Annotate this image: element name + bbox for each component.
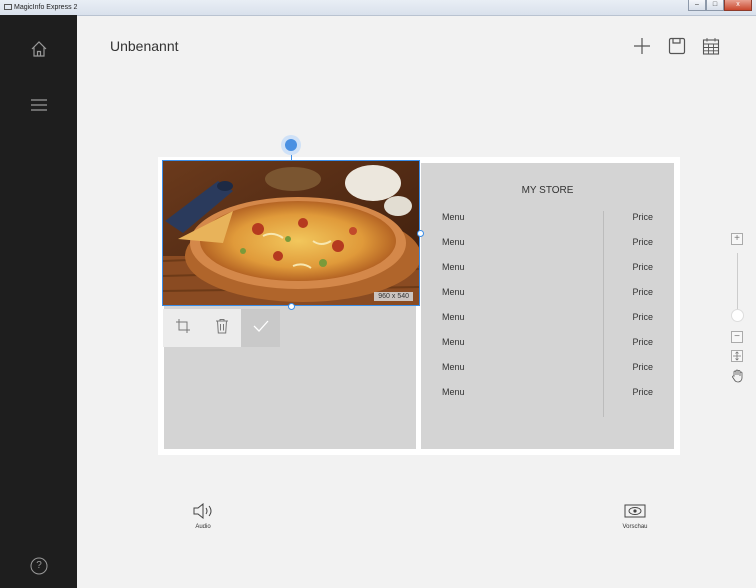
store-title[interactable]: MY STORE	[421, 185, 674, 196]
help-button[interactable]: ?	[30, 557, 48, 575]
window-controls: – □ x	[688, 0, 752, 13]
check-icon	[253, 319, 269, 337]
menu-item-price[interactable]: Price	[632, 312, 653, 337]
menu-item-price[interactable]: Price	[632, 362, 653, 387]
pizza-image[interactable]: 960 x 540	[162, 160, 420, 306]
zoom-slider-knob[interactable]	[731, 309, 744, 322]
preview-button[interactable]: Vorschau	[612, 503, 658, 530]
resize-handle-right[interactable]	[417, 230, 424, 237]
menu-item-name[interactable]: Menu	[442, 337, 465, 362]
menu-item-name[interactable]: Menu	[442, 262, 465, 287]
save-icon[interactable]	[667, 36, 687, 56]
preview-label: Vorschau	[622, 524, 648, 530]
column-divider	[603, 211, 604, 417]
audio-label: Audio	[195, 524, 211, 530]
close-button[interactable]: x	[724, 0, 752, 11]
delete-button[interactable]	[202, 309, 241, 347]
calendar-icon[interactable]	[701, 36, 721, 56]
menu-zone[interactable]: MY STORE Menu Menu Menu Menu Menu Menu M…	[421, 163, 674, 449]
crop-button[interactable]	[163, 309, 202, 347]
window-title: MagicInfo Express 2	[14, 4, 78, 11]
zoom-track[interactable]	[737, 253, 738, 315]
rotate-handle[interactable]	[281, 135, 301, 155]
trash-icon	[215, 318, 229, 339]
eye-icon	[612, 503, 658, 519]
home-icon[interactable]	[30, 40, 48, 58]
menu-item-name[interactable]: Menu	[442, 362, 465, 387]
menu-item-price[interactable]: Price	[632, 287, 653, 312]
menu-item-price[interactable]: Price	[632, 262, 653, 287]
menu-item-name[interactable]: Menu	[442, 312, 465, 337]
resize-handle-bottom[interactable]	[288, 303, 295, 310]
maximize-button[interactable]: □	[706, 0, 724, 11]
zoom-controls: + −	[731, 233, 745, 388]
help-icon: ?	[36, 560, 42, 571]
menu-item-name[interactable]: Menu	[442, 387, 465, 412]
add-icon[interactable]	[632, 36, 652, 56]
menu-item-price[interactable]: Price	[632, 237, 653, 262]
page-title: Unbenannt	[110, 38, 179, 54]
menu-item-price[interactable]: Price	[632, 212, 653, 237]
app-icon	[4, 4, 12, 10]
window-titlebar: MagicInfo Express 2 – □ x	[0, 0, 756, 16]
image-size-badge: 960 x 540	[374, 292, 413, 301]
image-toolbar	[163, 309, 280, 347]
zoom-out-button[interactable]: −	[731, 331, 743, 343]
menu-item-price[interactable]: Price	[632, 337, 653, 362]
menu-names-column: Menu Menu Menu Menu Menu Menu Menu Menu	[442, 212, 465, 412]
menu-icon[interactable]	[30, 96, 48, 114]
speaker-icon	[180, 503, 226, 519]
menu-item-name[interactable]: Menu	[442, 237, 465, 262]
minimize-button[interactable]: –	[688, 0, 706, 11]
audio-button[interactable]: Audio	[180, 503, 226, 530]
crop-icon	[175, 318, 191, 339]
menu-item-name[interactable]: Menu	[442, 212, 465, 237]
pan-hand-icon[interactable]	[731, 369, 744, 383]
menu-item-price[interactable]: Price	[632, 387, 653, 412]
zoom-in-button[interactable]: +	[731, 233, 743, 245]
sidebar: ?	[0, 15, 77, 588]
menu-item-name[interactable]: Menu	[442, 287, 465, 312]
confirm-button[interactable]	[241, 309, 280, 347]
menu-prices-column: Price Price Price Price Price Price Pric…	[632, 212, 653, 412]
fit-screen-icon[interactable]	[731, 350, 743, 362]
